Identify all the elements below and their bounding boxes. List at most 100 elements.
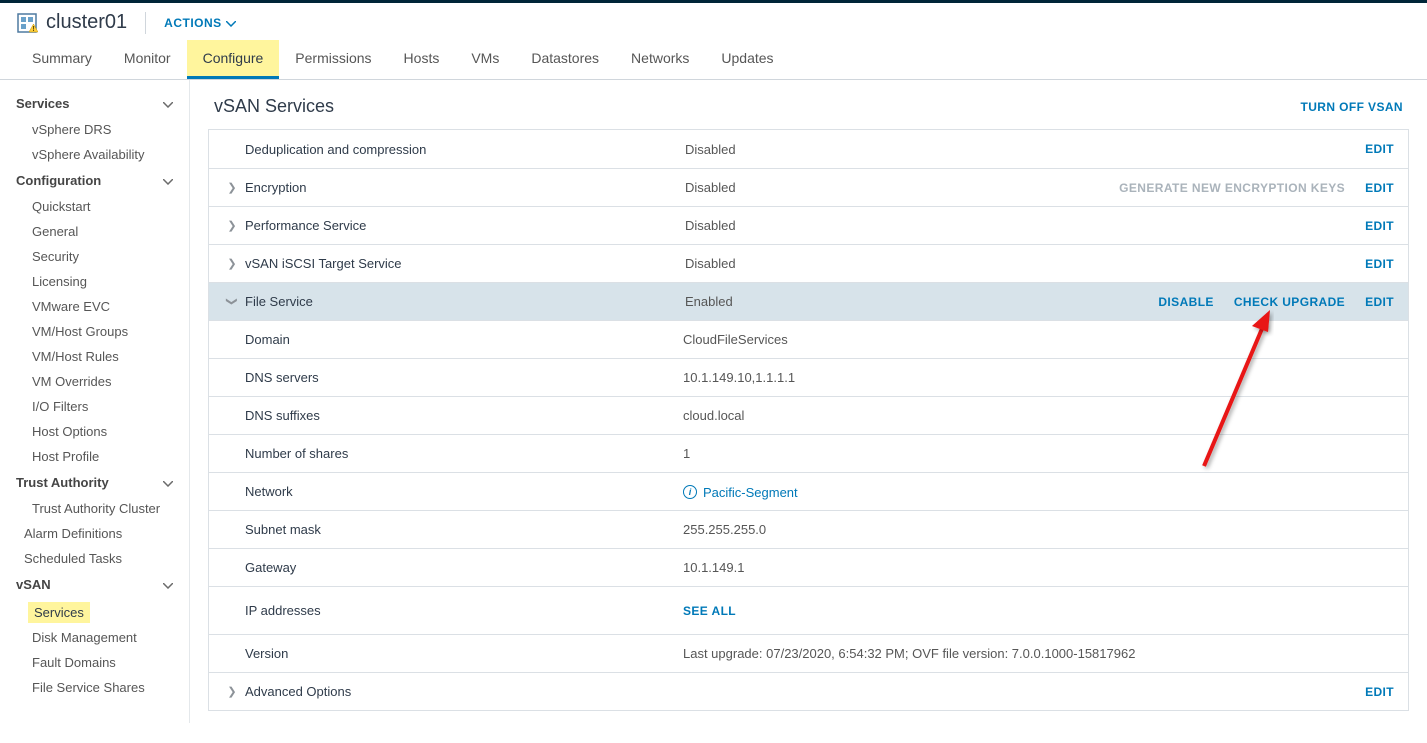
- tab-permissions[interactable]: Permissions: [279, 40, 387, 79]
- row-value: Last upgrade: 07/23/2020, 6:54:32 PM; OV…: [683, 646, 1394, 661]
- chevron-down-icon: [163, 475, 173, 490]
- see-all-button[interactable]: SEE ALL: [683, 604, 736, 618]
- row-label: IP addresses: [223, 603, 683, 618]
- tab-updates[interactable]: Updates: [705, 40, 789, 79]
- chevron-down-icon: [226, 16, 236, 30]
- edit-button[interactable]: EDIT: [1365, 181, 1394, 195]
- edit-button[interactable]: EDIT: [1365, 685, 1394, 699]
- sidebar-item-host-options[interactable]: Host Options: [0, 419, 189, 444]
- sidebar-item-security[interactable]: Security: [0, 244, 189, 269]
- row-ip-addresses: IP addresses SEE ALL: [209, 586, 1408, 634]
- network-link[interactable]: i Pacific-Segment: [683, 485, 798, 500]
- row-value: 10.1.149.10,1.1.1.1: [683, 370, 1394, 385]
- row-dns-suffixes: DNS suffixes cloud.local: [209, 396, 1408, 434]
- disable-button[interactable]: DISABLE: [1158, 295, 1213, 309]
- row-label: Deduplication and compression: [245, 142, 685, 157]
- row-value: 10.1.149.1: [683, 560, 1394, 575]
- chevron-right-icon: ❯: [223, 257, 241, 270]
- sidebar-item-licensing[interactable]: Licensing: [0, 269, 189, 294]
- tab-summary[interactable]: Summary: [16, 40, 108, 79]
- row-label: Subnet mask: [223, 522, 683, 537]
- row-value: 255.255.255.0: [683, 522, 1394, 537]
- sidebar-item-vm-host-groups[interactable]: VM/Host Groups: [0, 319, 189, 344]
- row-label: Encryption: [245, 180, 685, 195]
- row-file-service[interactable]: ❯ File Service Enabled DISABLE CHECK UPG…: [209, 282, 1408, 320]
- sidebar-item-trust-authority-cluster[interactable]: Trust Authority Cluster: [0, 496, 189, 521]
- sidebar-group-vsan[interactable]: vSAN: [0, 571, 189, 598]
- turn-off-vsan-button[interactable]: TURN OFF VSAN: [1300, 100, 1403, 114]
- sidebar-item-disk-management[interactable]: Disk Management: [0, 625, 189, 650]
- sidebar-item-quickstart[interactable]: Quickstart: [0, 194, 189, 219]
- tab-configure[interactable]: Configure: [187, 40, 280, 79]
- tab-datastores[interactable]: Datastores: [515, 40, 615, 79]
- sidebar-item-io-filters[interactable]: I/O Filters: [0, 394, 189, 419]
- edit-button[interactable]: EDIT: [1365, 219, 1394, 233]
- row-label: Performance Service: [245, 218, 685, 233]
- cluster-icon: !: [16, 12, 38, 34]
- check-upgrade-button[interactable]: CHECK UPGRADE: [1234, 295, 1345, 309]
- sidebar-item-general[interactable]: General: [0, 219, 189, 244]
- sidebar-group-services[interactable]: Services: [0, 90, 189, 117]
- row-label: DNS servers: [223, 370, 683, 385]
- row-value: Enabled: [685, 294, 1158, 309]
- row-value: i Pacific-Segment: [683, 483, 1394, 500]
- chevron-down-icon: [163, 96, 173, 111]
- sidebar-item-vmware-evc[interactable]: VMware EVC: [0, 294, 189, 319]
- row-subnet-mask: Subnet mask 255.255.255.0: [209, 510, 1408, 548]
- row-label: Gateway: [223, 560, 683, 575]
- info-icon: i: [683, 485, 697, 499]
- sidebar-item-vm-host-rules[interactable]: VM/Host Rules: [0, 344, 189, 369]
- row-value: CloudFileServices: [683, 332, 1394, 347]
- content-title: vSAN Services: [214, 96, 334, 117]
- tab-monitor[interactable]: Monitor: [108, 40, 187, 79]
- row-number-of-shares: Number of shares 1: [209, 434, 1408, 472]
- chevron-down-icon: ❯: [226, 293, 239, 311]
- row-advanced-options[interactable]: ❯ Advanced Options EDIT: [209, 672, 1408, 710]
- sidebar-item-scheduled-tasks[interactable]: Scheduled Tasks: [0, 546, 189, 571]
- chevron-down-icon: [163, 173, 173, 188]
- tab-vms[interactable]: VMs: [455, 40, 515, 79]
- edit-button[interactable]: EDIT: [1365, 257, 1394, 271]
- row-dedup: Deduplication and compression Disabled E…: [209, 130, 1408, 168]
- row-iscsi-target[interactable]: ❯ vSAN iSCSI Target Service Disabled EDI…: [209, 244, 1408, 282]
- row-label: Advanced Options: [245, 684, 685, 699]
- sidebar-group-configuration[interactable]: Configuration: [0, 167, 189, 194]
- chevron-down-icon: [163, 577, 173, 592]
- sidebar-item-vm-overrides[interactable]: VM Overrides: [0, 369, 189, 394]
- row-value: cloud.local: [683, 408, 1394, 423]
- sidebar-item-host-profile[interactable]: Host Profile: [0, 444, 189, 469]
- row-gateway: Gateway 10.1.149.1: [209, 548, 1408, 586]
- tab-networks[interactable]: Networks: [615, 40, 705, 79]
- edit-button[interactable]: EDIT: [1365, 142, 1394, 156]
- sidebar-item-fault-domains[interactable]: Fault Domains: [0, 650, 189, 675]
- row-label: Number of shares: [223, 446, 683, 461]
- sidebar-item-vsphere-availability[interactable]: vSphere Availability: [0, 142, 189, 167]
- sidebar-item-vsphere-drs[interactable]: vSphere DRS: [0, 117, 189, 142]
- cluster-title: cluster01: [46, 11, 127, 34]
- divider: [145, 12, 146, 34]
- row-value: Disabled: [685, 142, 1365, 157]
- row-value: Disabled: [685, 256, 1365, 271]
- sidebar: Services vSphere DRS vSphere Availabilit…: [0, 80, 190, 723]
- row-label: Version: [223, 646, 683, 661]
- actions-label: ACTIONS: [164, 16, 222, 30]
- chevron-right-icon: ❯: [223, 685, 241, 698]
- sidebar-group-trust-authority[interactable]: Trust Authority: [0, 469, 189, 496]
- sidebar-item-alarm-definitions[interactable]: Alarm Definitions: [0, 521, 189, 546]
- sidebar-item-vsan-services[interactable]: Services: [28, 602, 90, 623]
- row-dns-servers: DNS servers 10.1.149.10,1.1.1.1: [209, 358, 1408, 396]
- row-performance-service[interactable]: ❯ Performance Service Disabled EDIT: [209, 206, 1408, 244]
- row-value: Disabled: [685, 180, 1119, 195]
- row-label: Network: [223, 484, 683, 499]
- row-label: vSAN iSCSI Target Service: [245, 256, 685, 271]
- row-encryption[interactable]: ❯ Encryption Disabled GENERATE NEW ENCRY…: [209, 168, 1408, 206]
- tab-hosts[interactable]: Hosts: [388, 40, 456, 79]
- actions-dropdown[interactable]: ACTIONS: [164, 16, 236, 30]
- sidebar-item-file-service-shares[interactable]: File Service Shares: [0, 675, 189, 700]
- edit-button[interactable]: EDIT: [1365, 295, 1394, 309]
- row-value: 1: [683, 446, 1394, 461]
- row-value: SEE ALL: [683, 603, 1394, 618]
- row-version: Version Last upgrade: 07/23/2020, 6:54:3…: [209, 634, 1408, 672]
- page-header: ! cluster01 ACTIONS: [0, 3, 1427, 40]
- content: vSAN Services TURN OFF VSAN Deduplicatio…: [190, 80, 1427, 723]
